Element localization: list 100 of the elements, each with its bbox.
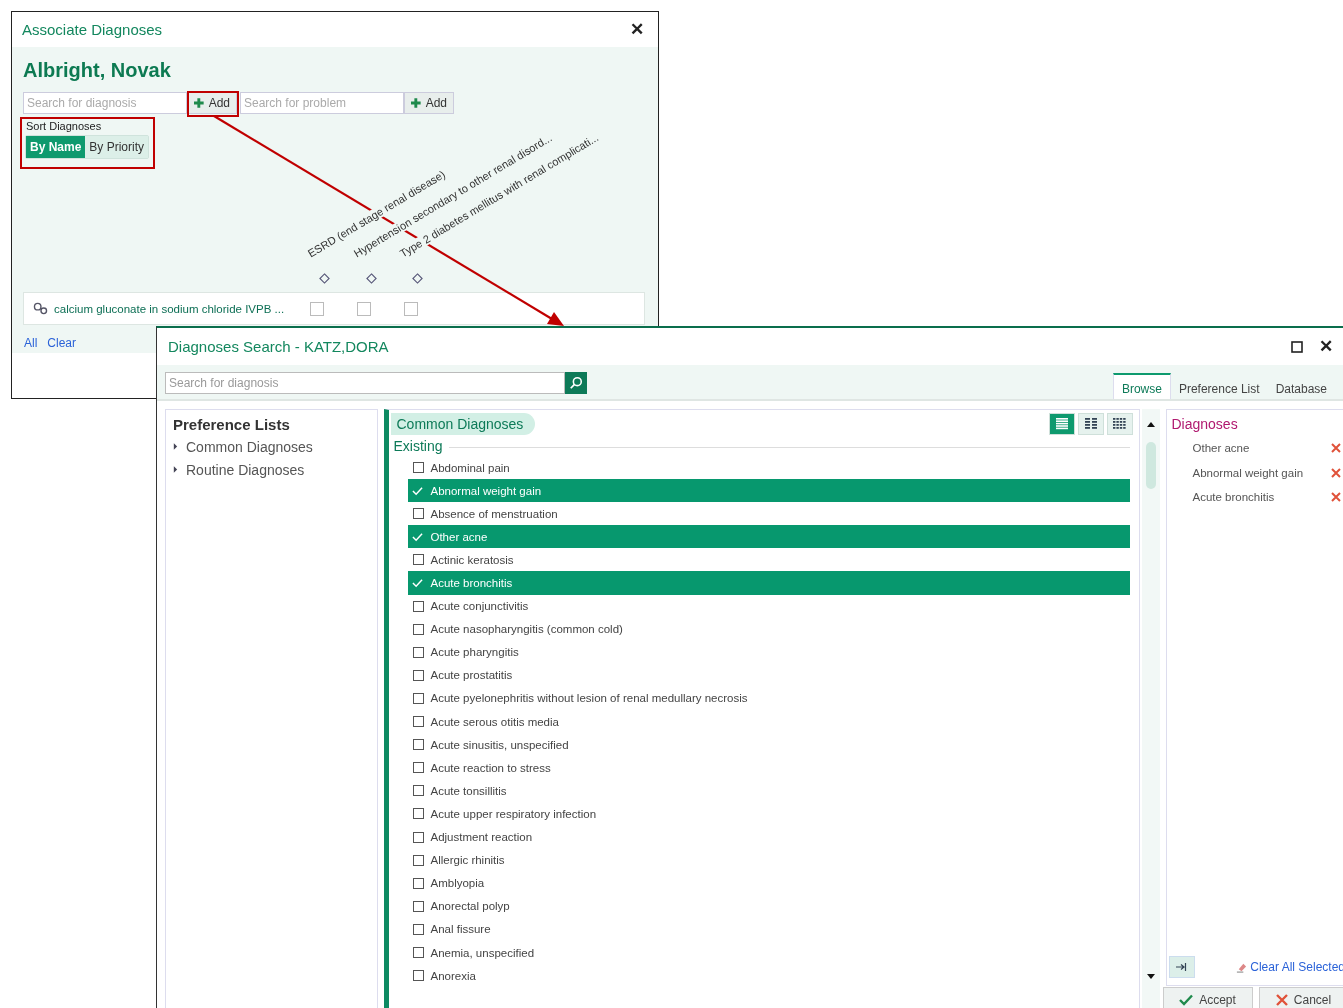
checkbox[interactable]: [310, 301, 324, 316]
diagnosis-row[interactable]: Adjustment reaction: [408, 825, 1130, 849]
checkbox[interactable]: [413, 669, 425, 681]
diagnosis-row[interactable]: Abnormal weight gain: [408, 479, 1130, 503]
two-column-list-icon: [1083, 418, 1098, 430]
search-icon: [569, 376, 583, 390]
checkbox[interactable]: [413, 462, 425, 474]
remove-icon[interactable]: [1331, 492, 1341, 503]
dialog-button[interactable]: Accept: [1162, 987, 1253, 1008]
group-title: Common Diagnoses: [391, 413, 536, 435]
checkbox[interactable]: [413, 600, 425, 612]
diagnosis-row[interactable]: Amblyopia: [408, 871, 1130, 895]
diagnosis-row[interactable]: Acute sinusitis, unspecified: [408, 733, 1130, 757]
search-button[interactable]: [565, 372, 587, 394]
diagnosis-row[interactable]: Other acne: [408, 525, 1130, 549]
sort-diamond-icon[interactable]: [412, 273, 423, 284]
diagnosis-row[interactable]: Allergic rhinitis: [408, 848, 1130, 872]
checkbox[interactable]: [413, 923, 425, 935]
tree-item[interactable]: Routine Diagnoses: [173, 458, 371, 481]
diagnosis-row[interactable]: Acute pyelonephritis without lesion of renal medullary necrosis: [408, 686, 1130, 711]
diagnosis-row[interactable]: Acute prostatitis: [408, 663, 1130, 687]
order-name: calcium gluconate in sodium chloride IVPB ...: [54, 302, 286, 315]
checkbox[interactable]: [413, 623, 425, 635]
link[interactable]: Clear: [47, 336, 77, 350]
scroll-up-icon[interactable]: [1146, 422, 1155, 427]
pin-button[interactable]: [1168, 956, 1195, 978]
diagnosis-row[interactable]: Acute pharyngitis: [408, 640, 1130, 664]
diagnosis-row[interactable]: Acute nasopharyngitis (common cold): [408, 617, 1130, 641]
selected-diagnosis: Abnormal weight gain: [1192, 466, 1304, 479]
checkbox[interactable]: [413, 854, 425, 866]
section-heading: Existing: [392, 438, 443, 454]
add-button[interactable]: Add: [404, 92, 454, 114]
diagnosis-row[interactable]: Acute conjunctivitis: [408, 594, 1130, 618]
diagnosis-name: Adjustment reaction: [430, 831, 533, 844]
diagnosis-name: Acute pyelonephritis without lesion of renal medullary necrosis: [430, 692, 748, 705]
diagnosis-row[interactable]: Anorexia: [408, 964, 1130, 988]
sort-diamond-icon[interactable]: [319, 273, 330, 284]
remove-icon[interactable]: [1331, 443, 1341, 454]
diagnosis-name: Other acne: [430, 530, 488, 543]
diagnosis-name: Abnormal weight gain: [430, 484, 542, 497]
tree-item[interactable]: Common Diagnoses: [173, 435, 371, 458]
diagnosis-row[interactable]: Acute upper respiratory infection: [408, 802, 1130, 826]
close-button[interactable]: ✕: [1315, 336, 1337, 357]
checkbox[interactable]: [413, 785, 425, 797]
diagnosis-name: Acute nasopharyngitis (common cold): [430, 623, 623, 636]
diagnosis-name: Acute prostatitis: [430, 669, 513, 682]
checkbox[interactable]: [413, 508, 425, 520]
diagnosis-row[interactable]: Anorectal polyp: [408, 894, 1130, 918]
scroll-thumb[interactable]: [1145, 442, 1156, 489]
checkbox[interactable]: [413, 693, 425, 704]
list-icon: [1054, 418, 1069, 430]
diagnosis-row[interactable]: Acute tonsillitis: [408, 779, 1130, 803]
tab[interactable]: Preference List: [1170, 373, 1268, 399]
dialog-button[interactable]: Cancel: [1258, 987, 1343, 1008]
plus-icon: [411, 98, 421, 108]
checkbox[interactable]: [413, 808, 425, 820]
expand-arrow-icon: [173, 465, 178, 474]
checkbox[interactable]: [413, 877, 425, 889]
diagnosis-row[interactable]: Actinic keratosis: [408, 548, 1130, 572]
checkbox[interactable]: [413, 739, 425, 751]
search-field[interactable]: Search for diagnosis: [165, 372, 565, 394]
diagnosis-row[interactable]: Acute reaction to stress: [408, 756, 1130, 780]
grid-icon: [1112, 418, 1127, 430]
expand-arrow-icon: [173, 442, 178, 451]
checkbox[interactable]: [413, 716, 425, 728]
search-field[interactable]: Search for problem: [240, 92, 404, 114]
sort-diamond-icon[interactable]: [365, 273, 377, 284]
checkbox[interactable]: [413, 947, 425, 958]
checkbox[interactable]: [413, 646, 425, 658]
sort-option[interactable]: By Name: [26, 136, 86, 158]
search-field[interactable]: Search for diagnosis: [23, 92, 187, 114]
view-mode-button[interactable]: [1077, 413, 1104, 435]
checkbox[interactable]: [357, 301, 371, 316]
diagnosis-row[interactable]: Abdominal pain: [408, 456, 1130, 480]
diagnosis-name: Actinic keratosis: [430, 553, 514, 566]
checkbox[interactable]: [404, 301, 418, 316]
diagnosis-row[interactable]: Anal fissure: [408, 917, 1130, 941]
checkbox[interactable]: [413, 554, 425, 566]
diagnosis-row[interactable]: Absence of menstruation: [408, 502, 1130, 526]
checkbox[interactable]: [413, 970, 425, 982]
tab[interactable]: Browse: [1112, 373, 1171, 399]
maximize-icon[interactable]: [1291, 340, 1303, 353]
remove-icon[interactable]: [1331, 467, 1341, 478]
tab[interactable]: Database: [1267, 373, 1335, 399]
sort-option[interactable]: By Priority: [85, 136, 149, 158]
view-mode-button[interactable]: [1106, 413, 1133, 435]
checkbox[interactable]: [413, 762, 425, 774]
link[interactable]: All: [24, 336, 38, 350]
cancel-icon: [1275, 993, 1288, 1006]
diagnosis-name: Anal fissure: [430, 923, 491, 936]
diagnosis-row[interactable]: Anemia, unspecified: [408, 940, 1130, 965]
diagnosis-name: Acute upper respiratory infection: [430, 807, 597, 820]
close-button[interactable]: ✕: [626, 19, 648, 40]
diagnosis-row[interactable]: Acute bronchitis: [408, 571, 1130, 595]
checkbox[interactable]: [413, 831, 425, 843]
checkbox[interactable]: [413, 900, 425, 912]
scrollbar[interactable]: [1141, 409, 1160, 1008]
scroll-down-icon[interactable]: [1146, 974, 1155, 979]
diagnosis-row[interactable]: Acute serous otitis media: [408, 710, 1130, 734]
panel-title: Preference Lists: [173, 416, 291, 433]
